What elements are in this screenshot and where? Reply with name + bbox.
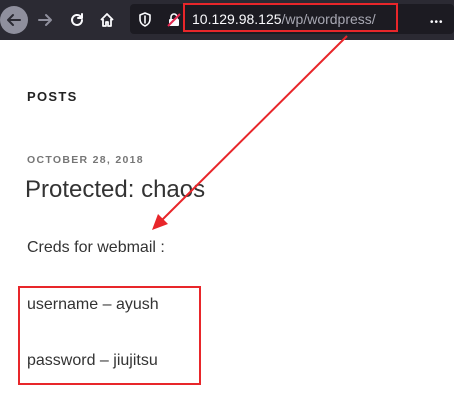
posts-heading: POSTS — [27, 89, 78, 104]
post-line-username: username – ayush — [27, 296, 159, 313]
insecure-lock-icon[interactable] — [166, 12, 182, 28]
forward-arrow-icon — [38, 14, 52, 26]
shield-icon[interactable] — [138, 12, 152, 27]
reload-icon — [71, 13, 83, 26]
annotation-arrowhead — [152, 214, 168, 230]
url-path: /wp/wordpress/ — [281, 11, 376, 27]
more-icon: ••• — [430, 17, 444, 28]
post-line-creds-intro: Creds for webmail : — [27, 239, 165, 256]
url-text[interactable]: 10.129.98.125/wp/wordpress/ — [192, 10, 376, 28]
forward-button[interactable] — [31, 6, 59, 34]
back-button[interactable] — [0, 6, 28, 34]
reload-button[interactable] — [63, 6, 91, 34]
browser-toolbar: 10.129.98.125/wp/wordpress/ ••• — [0, 0, 454, 40]
home-icon — [100, 13, 114, 27]
more-button[interactable]: ••• — [430, 12, 444, 30]
post-date[interactable]: OCTOBER 28, 2018 — [27, 154, 144, 166]
url-bar[interactable]: 10.129.98.125/wp/wordpress/ — [130, 4, 454, 34]
home-button[interactable] — [93, 6, 121, 34]
back-arrow-icon — [7, 14, 21, 26]
post-title[interactable]: Protected: chaos — [25, 176, 205, 204]
url-host: 10.129.98.125 — [192, 11, 282, 27]
post-line-password: password – jiujitsu — [27, 352, 158, 369]
